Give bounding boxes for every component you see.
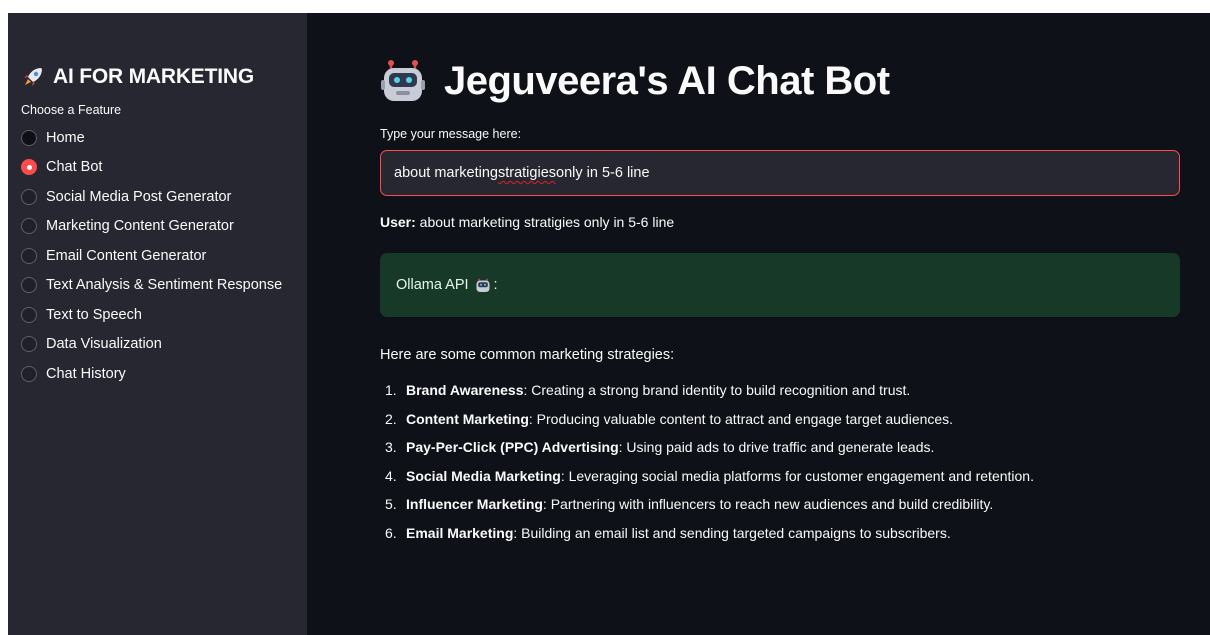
strategy-text: : Producing valuable content to attract … bbox=[528, 410, 954, 427]
message-input-label: Type your message here: bbox=[380, 127, 522, 141]
sidebar-title: AI FOR MARKETING bbox=[21, 65, 307, 89]
user-message-line: User: about marketing stratigies only in… bbox=[380, 214, 1188, 230]
page-title-text: Jeguveera's AI Chat Bot bbox=[444, 58, 890, 103]
radio-option[interactable]: Email Content Generator bbox=[21, 241, 307, 271]
radio-option-label: Chat History bbox=[46, 365, 126, 382]
feature-radio-label: Choose a Feature bbox=[21, 103, 122, 117]
radio-option-label: Data Visualization bbox=[46, 336, 162, 353]
strategy-title: Social Media Marketing bbox=[406, 467, 561, 484]
user-prefix: User: bbox=[380, 214, 416, 230]
strategy-body: Influencer Marketing: Partnering with in… bbox=[406, 496, 993, 512]
strategy-item: 3. Pay-Per-Click (PPC) Advertising: Using… bbox=[380, 439, 1188, 468]
strategy-number: 6. bbox=[385, 524, 397, 541]
bot-colon: : bbox=[493, 277, 498, 293]
radio-option[interactable]: Text Analysis & Sentiment Response bbox=[21, 271, 307, 301]
strategy-title: Brand Awareness bbox=[406, 382, 524, 398]
radio-option-label: Email Content Generator bbox=[46, 247, 207, 264]
radio-option-label: Home bbox=[46, 129, 85, 146]
strategy-item: 4. Social Media Marketing: Leveraging soc… bbox=[380, 468, 1188, 497]
sidebar: AI FOR MARKETING Choose a Feature Home Ch… bbox=[8, 13, 307, 635]
bot-label: Ollama API bbox=[396, 277, 469, 293]
radio-option[interactable]: Marketing Content Generator bbox=[21, 212, 307, 242]
main-content: Jeguveera's AI Chat Bot Type your messag… bbox=[307, 13, 1210, 635]
radio-option-label: Social Media Post Generator bbox=[46, 188, 232, 205]
radio-unchecked-icon[interactable] bbox=[21, 336, 37, 353]
strategy-body: Brand Awareness: Creating a strong brand… bbox=[406, 382, 910, 398]
strategy-number: 4. bbox=[385, 467, 397, 484]
strategy-body: Content Marketing: Producing valuable co… bbox=[406, 411, 953, 427]
radio-option[interactable]: Social Media Post Generator bbox=[21, 182, 307, 212]
radio-unchecked-icon[interactable] bbox=[21, 365, 37, 382]
strategy-title: Email Marketing bbox=[406, 524, 514, 541]
strategy-body: Pay-Per-Click (PPC) Advertising: Using p… bbox=[406, 439, 934, 455]
user-message-text: about marketing stratigies only in 5-6 l… bbox=[415, 214, 675, 230]
strategy-number: 2. bbox=[385, 410, 397, 427]
strategy-title: Pay-Per-Click (PPC) Advertising bbox=[406, 439, 619, 455]
radio-option[interactable]: Data Visualization bbox=[21, 330, 307, 360]
strategy-body: Social Media Marketing: Leveraging socia… bbox=[406, 468, 1034, 484]
app-window: AI FOR MARKETING Choose a Feature Home Ch… bbox=[8, 13, 1210, 635]
radio-option[interactable]: Chat Bot bbox=[21, 153, 307, 183]
radio-unchecked-icon[interactable] bbox=[21, 188, 37, 205]
feature-radio-group: Home Chat Bot Social Media Post Generator M… bbox=[21, 123, 307, 389]
radio-unchecked-icon[interactable] bbox=[21, 306, 37, 323]
strategy-text: : Creating a strong brand identity to bu… bbox=[523, 382, 911, 398]
strategy-text: : Partnering with influencers to reach n… bbox=[542, 496, 994, 512]
radio-option-label: Chat Bot bbox=[46, 159, 103, 176]
bot-response-box: Ollama API : bbox=[380, 253, 1180, 317]
radio-option[interactable]: Text to Speech bbox=[21, 300, 307, 330]
radio-option-label: Text to Speech bbox=[46, 306, 142, 323]
strategy-number: 3. bbox=[385, 439, 397, 455]
radio-unchecked-icon[interactable] bbox=[21, 218, 37, 235]
message-input-text-a: about marketing bbox=[394, 165, 498, 181]
radio-unchecked-icon[interactable] bbox=[21, 247, 37, 264]
robot-icon bbox=[475, 277, 491, 293]
strategy-text: : Leveraging social media platforms for … bbox=[560, 467, 1034, 484]
misspelled-word: stratigies bbox=[497, 165, 557, 181]
strategy-text: : Using paid ads to drive traffic and ge… bbox=[618, 439, 935, 455]
radio-checked-icon[interactable] bbox=[21, 159, 37, 176]
robot-icon bbox=[380, 58, 426, 104]
strategy-title: Content Marketing bbox=[406, 410, 529, 427]
strategy-number: 5. bbox=[385, 496, 397, 512]
sidebar-title-text: AI FOR MARKETING bbox=[53, 65, 254, 88]
strategy-number: 1. bbox=[385, 382, 397, 398]
radio-option-label: Marketing Content Generator bbox=[46, 218, 234, 235]
radio-option[interactable]: Home bbox=[21, 123, 307, 153]
radio-unchecked-icon[interactable] bbox=[21, 277, 37, 294]
strategy-item: 5. Influencer Marketing: Partnering with … bbox=[380, 496, 1188, 525]
strategy-item: 6. Email Marketing: Building an email lis… bbox=[380, 525, 1188, 554]
strategy-text: : Building an email list and sending tar… bbox=[513, 524, 951, 541]
strategy-title: Influencer Marketing bbox=[406, 496, 543, 512]
page-title: Jeguveera's AI Chat Bot bbox=[380, 53, 1188, 109]
rocket-icon bbox=[21, 65, 45, 89]
radio-unchecked-icon[interactable] bbox=[21, 129, 37, 146]
response-intro: Here are some common marketing strategie… bbox=[380, 347, 675, 363]
strategy-item: 1. Brand Awareness: Creating a strong bra… bbox=[380, 382, 1188, 411]
strategy-list: 1. Brand Awareness: Creating a strong bra… bbox=[380, 382, 1188, 553]
strategy-item: 2. Content Marketing: Producing valuable … bbox=[380, 411, 1188, 440]
radio-option[interactable]: Chat History bbox=[21, 359, 307, 389]
radio-option-label: Text Analysis & Sentiment Response bbox=[46, 277, 283, 294]
message-input-text-b: only in 5-6 line bbox=[556, 165, 650, 181]
message-input[interactable]: about marketing stratigies only in 5-6 l… bbox=[380, 150, 1180, 196]
strategy-body: Email Marketing: Building an email list … bbox=[406, 525, 951, 541]
